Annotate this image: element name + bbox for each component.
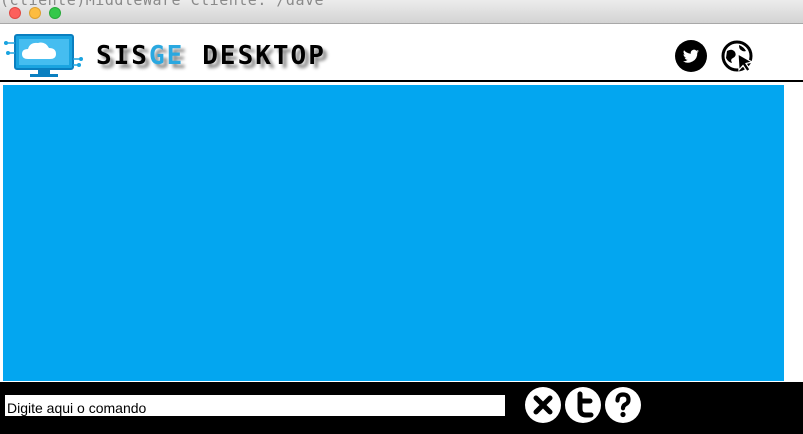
main-panel	[0, 82, 803, 382]
web-cursor-icon	[721, 40, 754, 73]
background-window-title: (cliente)MiddleWare Cliente: /dave	[0, 0, 325, 9]
twitter-icon	[683, 49, 699, 63]
t-icon	[577, 391, 594, 418]
brand-part2: DESKTOP	[202, 41, 326, 71]
help-icon	[615, 392, 631, 418]
window-minimize-button[interactable]	[29, 7, 41, 19]
help-button[interactable]	[605, 387, 641, 423]
web-link-button[interactable]	[721, 40, 754, 73]
window-close-button[interactable]	[9, 7, 21, 19]
close-button[interactable]	[525, 387, 561, 423]
command-bar	[0, 382, 803, 434]
t-button[interactable]	[565, 387, 601, 423]
app-brand-title: SISGE DESKTOP	[96, 41, 326, 71]
brand-accent: GE	[148, 41, 185, 71]
window-maximize-button[interactable]	[49, 7, 61, 19]
app-header: SISGE DESKTOP	[0, 24, 803, 82]
close-icon	[533, 395, 553, 415]
window-titlebar[interactable]: (cliente)MiddleWare Cliente: /dave	[0, 0, 803, 24]
twitter-button[interactable]	[675, 40, 707, 72]
content-area	[3, 85, 784, 381]
brand-part1: SIS	[96, 41, 149, 71]
cloud-monitor-logo-icon	[4, 34, 83, 77]
command-input[interactable]	[5, 395, 505, 416]
